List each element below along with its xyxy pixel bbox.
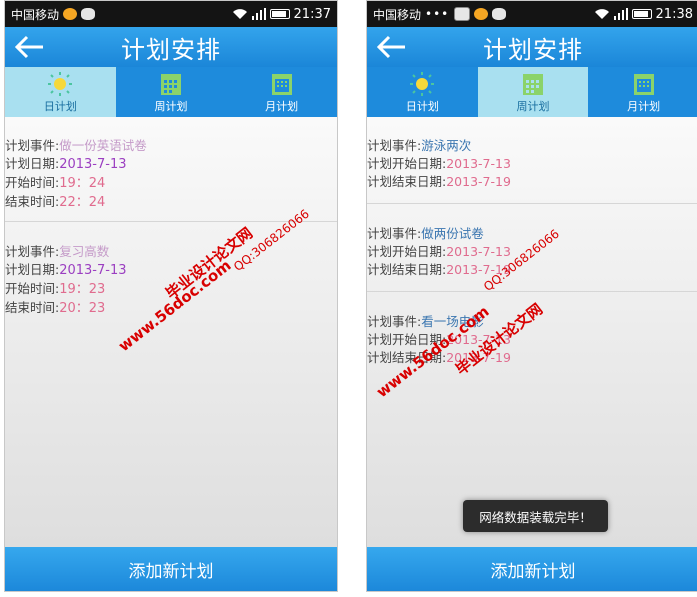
plan-event: 做两份试卷 bbox=[421, 226, 484, 241]
tab-monthly[interactable]: 月计划 bbox=[226, 67, 337, 117]
image-icon bbox=[454, 7, 471, 21]
tab-daily[interactable]: 日计划 bbox=[5, 67, 116, 117]
battery-icon bbox=[269, 9, 290, 19]
calendar-grid-icon bbox=[161, 73, 181, 95]
divider bbox=[367, 203, 697, 204]
plan-start-date: 2013-7-13 bbox=[446, 156, 511, 171]
plan-list: 计划事件:做一份英语试卷 计划日期:2013-7-13 开始时间:19：24 结… bbox=[5, 117, 337, 547]
wifi-icon bbox=[594, 9, 609, 19]
plan-date: 2013-7-13 bbox=[59, 263, 127, 278]
plan-list: 计划事件:游泳两次 计划开始日期:2013-7-13 计划结束日期:2013-7… bbox=[367, 117, 697, 547]
tab-daily[interactable]: 日计划 bbox=[367, 67, 478, 117]
signal-icon bbox=[613, 8, 628, 20]
tab-weekly[interactable]: 周计划 bbox=[477, 67, 589, 117]
status-bar: 中国移动 21:37 bbox=[5, 1, 337, 27]
app-notification-icon bbox=[81, 8, 96, 20]
plan-start: 19：23 bbox=[59, 282, 106, 297]
plan-start-date: 2013-7-13 bbox=[446, 244, 511, 259]
plan-end-date: 2013-7-19 bbox=[446, 174, 511, 189]
calendar-icon bbox=[633, 73, 654, 95]
phone-screen-daily: 中国移动 21:37 计划安排 日计划 周计划 月计划 计划事件:做一份英语试卷 bbox=[4, 0, 338, 592]
plan-date: 2013-7-13 bbox=[59, 157, 127, 172]
sun-icon bbox=[410, 71, 435, 96]
signal-icon bbox=[251, 8, 266, 20]
carrier-name: 中国移动 bbox=[11, 7, 60, 22]
tab-label: 周计划 bbox=[516, 99, 550, 113]
tab-label: 月计划 bbox=[627, 99, 661, 113]
tab-label: 日计划 bbox=[405, 99, 439, 113]
list-item[interactable]: 计划事件:做一份英语试卷 计划日期:2013-7-13 开始时间:19：24 结… bbox=[5, 137, 147, 212]
app-notification-icon bbox=[492, 8, 507, 20]
arrow-left-icon[interactable] bbox=[13, 33, 45, 61]
list-item[interactable]: 计划事件:游泳两次 计划开始日期:2013-7-13 计划结束日期:2013-7… bbox=[367, 137, 511, 191]
list-item[interactable]: 计划事件:做两份试卷 计划开始日期:2013-7-13 计划结束日期:2013-… bbox=[367, 225, 511, 279]
wifi-icon bbox=[232, 9, 247, 19]
tab-label: 月计划 bbox=[265, 99, 299, 113]
status-time: 21:38 bbox=[655, 6, 693, 22]
status-bar: 中国移动 ••• 21:38 bbox=[367, 1, 697, 27]
toast-message: 网络数据装载完毕！ bbox=[463, 500, 608, 532]
calendar-icon bbox=[271, 73, 292, 95]
title-bar: 计划安排 bbox=[367, 27, 697, 67]
plan-tabs: 日计划 周计划 月计划 bbox=[5, 67, 337, 117]
calendar-grid-icon bbox=[523, 73, 543, 95]
qq-icon bbox=[63, 8, 78, 20]
tab-weekly[interactable]: 周计划 bbox=[116, 67, 227, 117]
add-plan-button[interactable]: 添加新计划 bbox=[5, 547, 337, 591]
sun-icon bbox=[48, 71, 73, 96]
status-time: 21:37 bbox=[293, 6, 331, 22]
title-bar: 计划安排 bbox=[5, 27, 337, 67]
tab-label: 周计划 bbox=[154, 99, 188, 113]
plan-event: 复习高数 bbox=[59, 244, 110, 259]
tab-label: 日计划 bbox=[43, 99, 77, 113]
plan-end: 22：24 bbox=[59, 195, 106, 210]
phone-screen-weekly: 中国移动 ••• 21:38 计划安排 日计划 周计划 月计划 计划事件:游泳两… bbox=[366, 0, 697, 592]
battery-icon bbox=[631, 9, 652, 19]
plan-end: 20：23 bbox=[59, 301, 106, 316]
plan-event: 游泳两次 bbox=[421, 138, 472, 153]
plan-tabs: 日计划 周计划 月计划 bbox=[367, 67, 697, 117]
page-title: 计划安排 bbox=[121, 35, 221, 64]
more-notifications: ••• bbox=[425, 7, 450, 21]
qq-icon bbox=[474, 8, 489, 20]
divider bbox=[367, 291, 697, 292]
carrier-name: 中国移动 bbox=[373, 7, 422, 22]
plan-event: 做一份英语试卷 bbox=[59, 138, 147, 153]
list-item[interactable]: 计划事件:复习高数 计划日期:2013-7-13 开始时间:19：23 结束时间… bbox=[5, 243, 127, 318]
add-plan-button[interactable]: 添加新计划 bbox=[367, 547, 697, 591]
page-title: 计划安排 bbox=[483, 35, 583, 64]
arrow-left-icon[interactable] bbox=[375, 33, 407, 61]
plan-start: 19：24 bbox=[59, 176, 106, 191]
tab-monthly[interactable]: 月计划 bbox=[588, 67, 697, 117]
